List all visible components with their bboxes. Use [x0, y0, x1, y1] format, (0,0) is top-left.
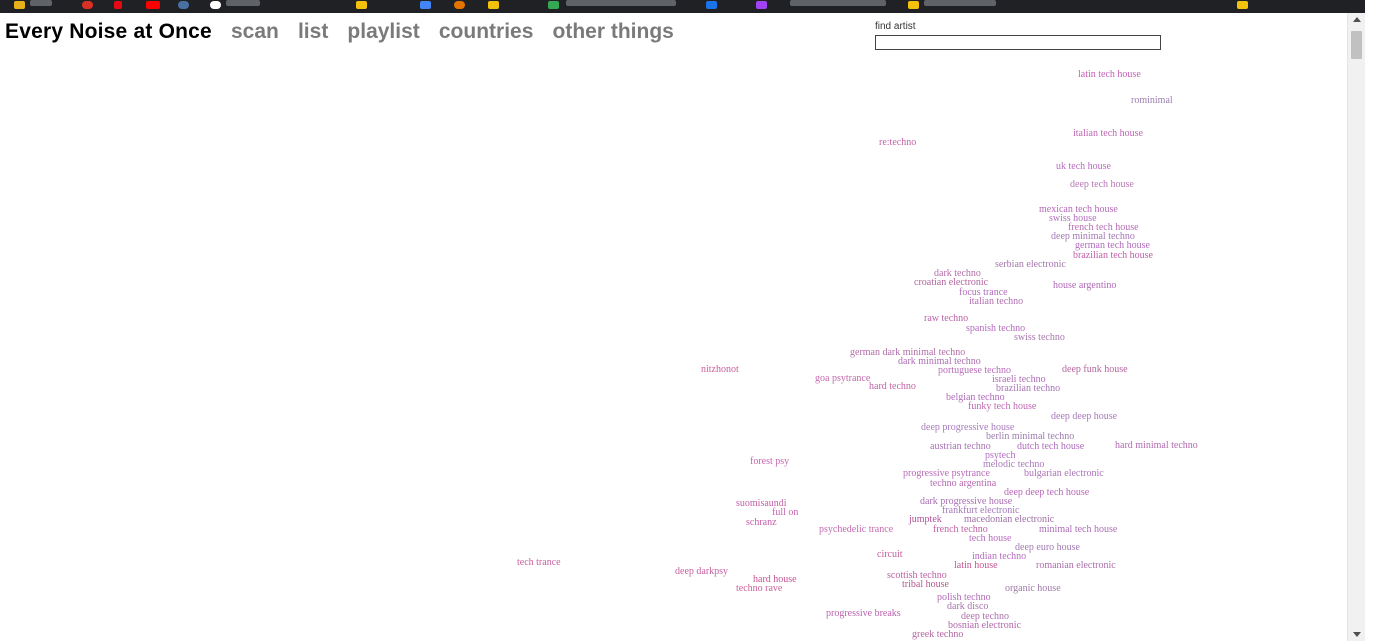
- genre-label[interactable]: techno argentina: [930, 479, 996, 489]
- genre-label[interactable]: tribal house: [902, 580, 949, 590]
- genre-label[interactable]: psychedelic trance: [819, 525, 893, 535]
- genre-label[interactable]: latin tech house: [1078, 70, 1141, 80]
- genre-label[interactable]: austrian techno: [930, 442, 991, 452]
- genre-label[interactable]: circuit: [877, 550, 903, 560]
- genre-label[interactable]: forest psy: [750, 457, 789, 467]
- scroll-up-arrow-icon[interactable]: [1353, 17, 1361, 22]
- genre-label[interactable]: brazilian techno: [996, 384, 1060, 394]
- genre-label[interactable]: greek techno: [912, 630, 963, 640]
- genre-label[interactable]: swiss techno: [1014, 333, 1065, 343]
- genre-label[interactable]: dutch tech house: [1017, 442, 1084, 452]
- genre-label[interactable]: minimal tech house: [1039, 525, 1117, 535]
- genre-label[interactable]: re:techno: [879, 138, 916, 148]
- genre-label[interactable]: deep deep tech house: [1004, 488, 1089, 498]
- genre-label[interactable]: deep darkpsy: [675, 567, 728, 577]
- genre-label[interactable]: brazilian tech house: [1073, 251, 1153, 261]
- genre-label[interactable]: italian techno: [969, 297, 1023, 307]
- genre-label[interactable]: hard techno: [869, 382, 916, 392]
- genre-label[interactable]: romanian electronic: [1036, 561, 1116, 571]
- genre-label[interactable]: uk tech house: [1056, 162, 1111, 172]
- genre-label[interactable]: rominimal: [1131, 96, 1173, 106]
- genre-map: latin tech house rominimal italian tech ho…: [0, 0, 1347, 641]
- genre-label[interactable]: deep deep house: [1051, 412, 1117, 422]
- scroll-thumb[interactable]: [1351, 31, 1362, 59]
- genre-label[interactable]: progressive breaks: [826, 609, 901, 619]
- genre-label[interactable]: funky tech house: [968, 402, 1036, 412]
- genre-label[interactable]: goa psytrance: [815, 374, 870, 384]
- genre-label[interactable]: raw techno: [924, 314, 968, 324]
- scroll-down-arrow-icon[interactable]: [1353, 632, 1361, 637]
- genre-label[interactable]: tech house: [969, 534, 1012, 544]
- genre-label[interactable]: latin house: [954, 561, 998, 571]
- vertical-scrollbar[interactable]: [1347, 13, 1365, 641]
- genre-label[interactable]: schranz: [746, 518, 777, 528]
- genre-label[interactable]: deep funk house: [1062, 365, 1128, 375]
- window-edge: [1365, 0, 1385, 641]
- genre-label[interactable]: italian tech house: [1073, 129, 1143, 139]
- genre-label[interactable]: organic house: [1005, 584, 1061, 594]
- genre-label[interactable]: house argentino: [1053, 281, 1116, 291]
- genre-label[interactable]: hard minimal techno: [1115, 441, 1198, 451]
- genre-label[interactable]: tech trance: [517, 558, 561, 568]
- genre-label[interactable]: serbian electronic: [995, 260, 1066, 270]
- genre-label[interactable]: nitzhonot: [701, 365, 739, 375]
- genre-label[interactable]: bulgarian electronic: [1024, 469, 1104, 479]
- genre-label[interactable]: techno rave: [736, 584, 782, 594]
- genre-label[interactable]: deep tech house: [1070, 180, 1134, 190]
